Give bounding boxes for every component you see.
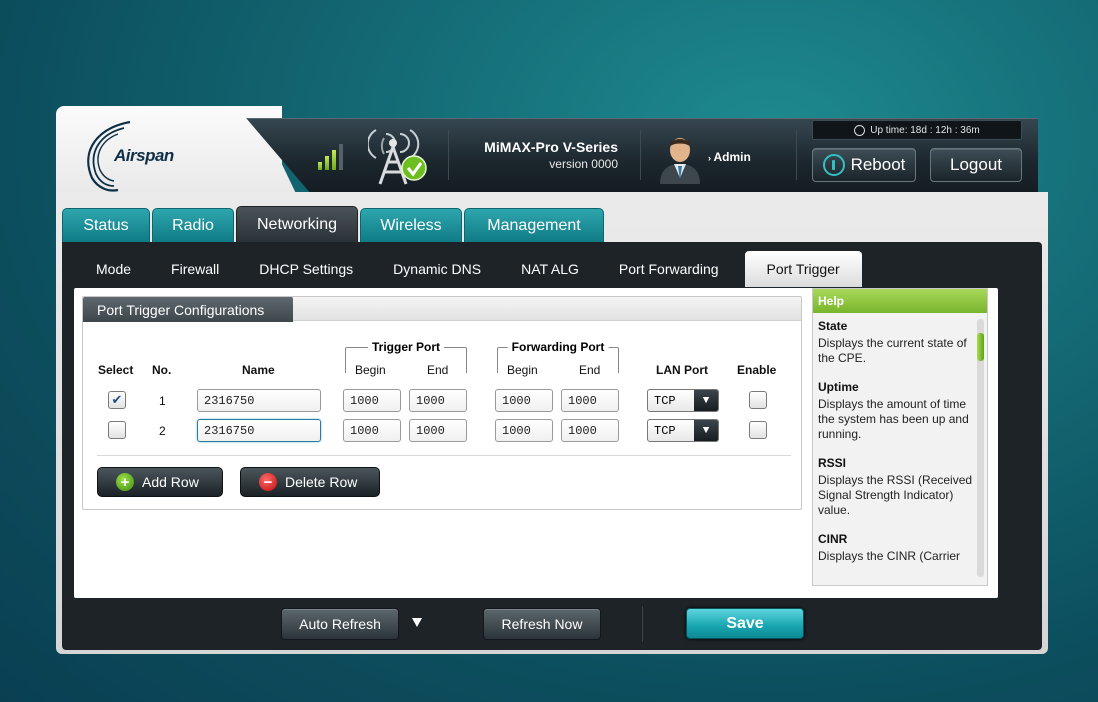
- subtab-nat-alg[interactable]: NAT ALG: [501, 252, 599, 286]
- tab-radio[interactable]: Radio: [152, 208, 234, 242]
- help-content: State Displays the current state of the …: [818, 319, 974, 579]
- lan-port-select[interactable]: TCP ▼: [647, 389, 719, 412]
- power-icon: [822, 154, 845, 176]
- help-title: Help: [813, 289, 987, 313]
- trigger-begin-input[interactable]: 1000: [343, 389, 401, 412]
- lan-port-value: TCP: [654, 393, 676, 408]
- device-model: MiMAX-Pro V-Series: [484, 139, 618, 155]
- uptime-text: Up time: 18d : 12h : 36m: [870, 124, 980, 136]
- subtab-dhcp-settings[interactable]: DHCP Settings: [239, 252, 373, 286]
- fwd-begin-input[interactable]: 1000: [495, 389, 553, 412]
- header-separator: [640, 130, 641, 180]
- logo-text: Airspan: [114, 146, 174, 165]
- signal-strength-icon: [318, 142, 343, 170]
- tower-status-icon: [368, 129, 427, 185]
- header-trigger-port: Trigger Port: [367, 340, 445, 354]
- header-no: No.: [152, 363, 172, 377]
- header-forwarding-port: Forwarding Port: [507, 340, 609, 354]
- header-separator: [448, 130, 449, 180]
- tab-networking[interactable]: Networking: [236, 206, 358, 242]
- auto-refresh-button[interactable]: Auto Refresh: [281, 608, 399, 640]
- port-trigger-panel: Port Trigger Configurations Select No. N…: [74, 288, 998, 598]
- header-select: Select: [98, 363, 134, 377]
- subtab-dynamic-dns[interactable]: Dynamic DNS: [373, 252, 501, 286]
- sub-tab-bar: Mode Firewall DHCP Settings Dynamic DNS …: [76, 251, 862, 287]
- plus-icon: +: [116, 473, 134, 491]
- trigger-end-input[interactable]: 1000: [409, 419, 467, 442]
- fwd-begin-input[interactable]: 1000: [495, 419, 553, 442]
- admin-label: Admin: [713, 150, 751, 164]
- reboot-label: Reboot: [850, 155, 906, 174]
- header-name: Name: [242, 363, 275, 377]
- row-number: 1: [159, 394, 166, 408]
- admin-user-menu[interactable]: › Admin: [708, 150, 751, 164]
- save-button[interactable]: Save: [686, 608, 804, 639]
- header-lan-port: LAN Port: [656, 363, 708, 377]
- logo-panel: Airspan: [56, 106, 282, 206]
- content-area: Mode Firewall DHCP Settings Dynamic DNS …: [62, 242, 1042, 650]
- device-info: MiMAX-Pro V-Series version 0000: [466, 139, 618, 171]
- tab-wireless[interactable]: Wireless: [360, 208, 462, 242]
- row-name-input[interactable]: 2316750: [197, 389, 321, 412]
- config-title: Port Trigger Configurations: [83, 297, 293, 322]
- clock-icon: [854, 124, 866, 136]
- add-row-label: Add Row: [142, 474, 199, 490]
- uptime-display: Up time: 18d : 12h : 36m: [812, 120, 1022, 140]
- trigger-begin-input[interactable]: 1000: [343, 419, 401, 442]
- subtab-firewall[interactable]: Firewall: [151, 252, 239, 286]
- fwd-end-input[interactable]: 1000: [561, 419, 619, 442]
- subtab-port-forwarding[interactable]: Port Forwarding: [599, 252, 739, 286]
- main-tab-bar: Status Radio Networking Wireless Managem…: [62, 206, 604, 242]
- help-panel: Help State Displays the current state of…: [812, 288, 988, 586]
- reboot-button[interactable]: Reboot: [812, 148, 916, 182]
- trigger-end-input[interactable]: 1000: [409, 389, 467, 412]
- row-number: 2: [159, 424, 166, 438]
- logout-button[interactable]: Logout: [930, 148, 1022, 182]
- header-trigger-end: End: [427, 363, 449, 377]
- dropdown-arrow-icon: ▼: [694, 420, 718, 441]
- help-item: RSSI Displays the RSSI (Received Signal …: [818, 456, 973, 517]
- subtab-mode[interactable]: Mode: [76, 252, 151, 286]
- scrollbar-thumb[interactable]: [977, 333, 984, 361]
- header-enable: Enable: [737, 363, 777, 377]
- header-fwd-end: End: [579, 363, 601, 377]
- refresh-now-label: Refresh Now: [501, 616, 583, 632]
- user-avatar-icon: [660, 138, 700, 184]
- delete-row-button[interactable]: − Delete Row: [240, 467, 380, 497]
- help-item: Uptime Displays the amount of time the s…: [818, 380, 969, 441]
- row-name-input[interactable]: 2316750: [197, 419, 321, 442]
- logout-label: Logout: [950, 155, 1002, 174]
- row-select-checkbox[interactable]: ✔: [108, 391, 126, 409]
- row-select-checkbox[interactable]: [108, 421, 126, 439]
- subtab-port-trigger[interactable]: Port Trigger: [744, 251, 862, 287]
- row-divider: [97, 455, 791, 456]
- checkmark-icon: ✔: [111, 392, 123, 407]
- delete-row-label: Delete Row: [285, 474, 358, 490]
- dropdown-arrow-icon: ▼: [694, 390, 718, 411]
- lan-port-select[interactable]: TCP ▼: [647, 419, 719, 442]
- port-trigger-config: Port Trigger Configurations Select No. N…: [82, 296, 802, 510]
- footer-separator: [642, 606, 643, 642]
- row-enable-checkbox[interactable]: [749, 421, 767, 439]
- row-enable-checkbox[interactable]: [749, 391, 767, 409]
- tab-status[interactable]: Status: [62, 208, 150, 242]
- refresh-now-button[interactable]: Refresh Now: [483, 608, 601, 640]
- save-label: Save: [726, 614, 764, 632]
- help-scrollbar[interactable]: [977, 319, 984, 577]
- auto-refresh-dropdown-icon[interactable]: [412, 618, 422, 627]
- fwd-end-input[interactable]: 1000: [561, 389, 619, 412]
- header-trigger-begin: Begin: [355, 363, 386, 377]
- help-item: State Displays the current state of the …: [818, 319, 967, 365]
- help-item: CINR Displays the CINR (Carrier: [818, 532, 961, 563]
- auto-refresh-label: Auto Refresh: [299, 616, 381, 632]
- device-version: version 0000: [549, 157, 618, 171]
- header-separator: [796, 130, 797, 180]
- lan-port-value: TCP: [654, 423, 676, 438]
- header-fwd-begin: Begin: [507, 363, 538, 377]
- app-window: Airspan MiMAX-Pro V-Series version 0000 …: [56, 106, 1048, 654]
- minus-icon: −: [259, 473, 277, 491]
- tab-management[interactable]: Management: [464, 208, 604, 242]
- add-row-button[interactable]: + Add Row: [97, 467, 223, 497]
